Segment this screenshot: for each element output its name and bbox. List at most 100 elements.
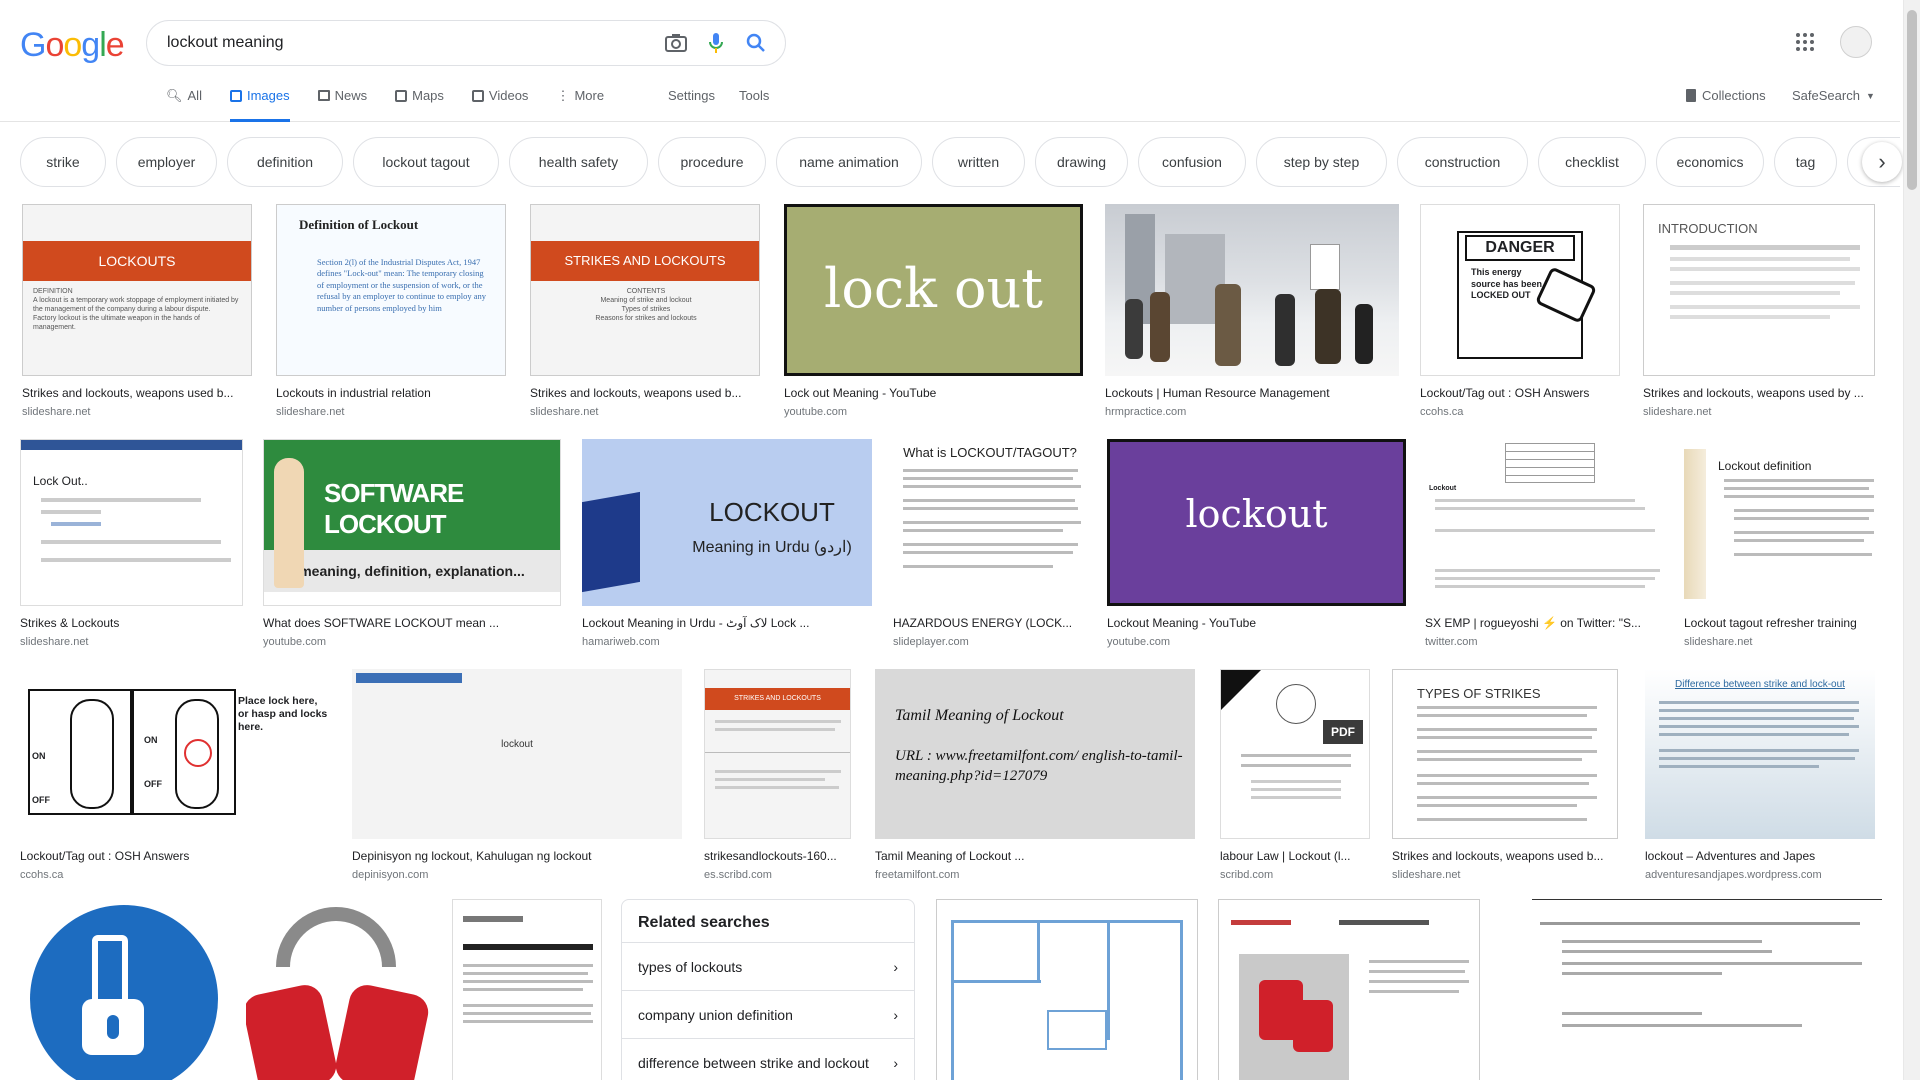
tab-all[interactable]: 🔍︎ All: [166, 88, 202, 122]
scrollbar[interactable]: [1903, 0, 1920, 1080]
chip-employer[interactable]: employer: [116, 137, 217, 187]
result-source: slideplayer.com: [893, 636, 969, 648]
result-title: HAZARDOUS ENERGY (LOCK...: [893, 616, 1073, 630]
image-result[interactable]: lockout Depinisyon ng lockout, Kahulugan…: [352, 669, 682, 881]
chip-tag[interactable]: tag: [1774, 137, 1837, 187]
image-result[interactable]: Lockout definition Lockout tagout refres…: [1684, 439, 1880, 648]
thumbnail-text: Lockout definition: [1718, 459, 1812, 473]
google-logo[interactable]: Google: [20, 26, 125, 65]
thumbnail-text: SOFTWARE LOCKOUT: [324, 478, 464, 539]
logo-letter: G: [20, 26, 46, 64]
image-result[interactable]: [452, 899, 602, 1080]
image-result[interactable]: STRIKES AND LOCKOUTS CONTENTS Meaning of…: [530, 204, 760, 418]
chip-written[interactable]: written: [932, 137, 1025, 187]
result-thumbnail: Lockout definition: [1684, 439, 1880, 606]
image-result[interactable]: TYPES OF STRIKES Strikes and lockouts, w…: [1392, 669, 1618, 881]
related-search-item[interactable]: company union definition ›: [622, 990, 914, 1038]
image-result[interactable]: [936, 899, 1198, 1080]
tab-more[interactable]: ⋮ More: [556, 88, 604, 122]
image-result[interactable]: ON OFF ON OFF Place lock here, or hasp a…: [20, 669, 331, 881]
thumbnail-text: TYPES OF STRIKES: [1417, 686, 1541, 701]
tab-label: More: [574, 88, 605, 103]
image-result[interactable]: PDF labour Law | Lockout (l... scribd.co…: [1220, 669, 1370, 881]
image-result[interactable]: [1218, 899, 1480, 1080]
caret-down-icon: ▼: [1865, 90, 1875, 101]
tab-news[interactable]: News: [317, 88, 367, 122]
chevron-right-icon[interactable]: ›: [1862, 142, 1902, 182]
tools-link[interactable]: Tools: [739, 88, 769, 103]
chip-checklist[interactable]: checklist: [1538, 137, 1646, 187]
related-search-item[interactable]: difference between strike and lockout ›: [622, 1038, 914, 1080]
result-source: youtube.com: [784, 406, 847, 418]
image-result[interactable]: SOFTWARE LOCKOUT meaning, definition, ex…: [263, 439, 561, 648]
camera-icon[interactable]: [663, 30, 689, 56]
thumbnail-text: lockout: [501, 739, 533, 750]
chip-step-by-step[interactable]: step by step: [1256, 137, 1387, 187]
image-result[interactable]: lockout Lockout Meaning - YouTube youtub…: [1107, 439, 1406, 648]
result-source: slideshare.net: [22, 406, 91, 418]
chip-confusion[interactable]: confusion: [1138, 137, 1246, 187]
image-result[interactable]: Difference between strike and lock-out l…: [1645, 669, 1875, 881]
result-source: youtube.com: [263, 636, 326, 648]
image-result[interactable]: [20, 899, 226, 1080]
chevron-right-icon: ›: [893, 958, 898, 975]
result-thumbnail: Difference between strike and lock-out: [1645, 669, 1875, 839]
result-title: Lockout Meaning in Urdu - لاک آوٹ Lock .…: [582, 616, 810, 630]
chip-lockout-tagout[interactable]: lockout tagout: [353, 137, 499, 187]
microphone-icon[interactable]: [703, 30, 729, 56]
result-title: Strikes and lockouts, weapons used b...: [22, 386, 234, 400]
settings-link[interactable]: Settings: [668, 88, 715, 103]
tab-label: Maps: [412, 88, 444, 103]
image-result[interactable]: DANGER This energy source has been LOCKE…: [1420, 204, 1620, 418]
image-result[interactable]: LOCKOUT Meaning in Urdu (اردو) Lockout M…: [582, 439, 872, 648]
thumbnail-text: lock out: [824, 257, 1043, 320]
apps-grid-icon[interactable]: [1795, 32, 1819, 56]
image-result[interactable]: What is LOCKOUT/TAGOUT? HAZARDOUS ENERGY…: [893, 439, 1087, 648]
chip-health-safety[interactable]: health safety: [509, 137, 648, 187]
chip-definition[interactable]: definition: [227, 137, 343, 187]
chip-drawing[interactable]: drawing: [1035, 137, 1128, 187]
thumbnail-text: DANGER: [1465, 235, 1575, 261]
chip-procedure[interactable]: procedure: [658, 137, 766, 187]
logo-letter: o: [45, 26, 64, 64]
related-search-item[interactable]: types of lockouts ›: [622, 942, 914, 990]
result-thumbnail: ON OFF ON OFF Place lock here, or hasp a…: [20, 669, 331, 839]
safesearch-menu[interactable]: SafeSearch ▼: [1792, 88, 1875, 103]
tab-videos[interactable]: Videos: [471, 88, 528, 122]
tab-maps[interactable]: Maps: [395, 88, 444, 122]
result-thumbnail: LOCKOUT Meaning in Urdu (اردو): [582, 439, 872, 606]
tab-label: All: [187, 88, 202, 103]
image-result[interactable]: [1532, 899, 1882, 1080]
image-result[interactable]: Definition of Lockout Section 2(l) of th…: [276, 204, 506, 418]
result-title: Lockout/Tag out : OSH Answers: [20, 849, 190, 863]
tab-images[interactable]: Images: [229, 88, 290, 122]
image-result[interactable]: Lockouts | Human Resource Management hrm…: [1105, 204, 1399, 418]
image-result[interactable]: Lock Out.. Strikes & Lockouts slideshare…: [20, 439, 243, 648]
image-result[interactable]: [246, 899, 432, 1080]
image-result[interactable]: STRIKES AND LOCKOUTS strikesandlockouts-…: [704, 669, 851, 881]
result-source: youtube.com: [1107, 636, 1170, 648]
image-result[interactable]: Lockout SX EMP | rogueyoshi ⚡ on Twitter…: [1425, 439, 1664, 648]
image-result[interactable]: INTRODUCTION Strikes and lockouts, weapo…: [1643, 204, 1875, 418]
result-source: slideshare.net: [1392, 869, 1461, 881]
thumbnail-text: PDF: [1323, 720, 1363, 744]
image-result[interactable]: lock out Lock out Meaning - YouTube yout…: [784, 204, 1083, 418]
search-input[interactable]: [167, 21, 647, 65]
result-title: lockout – Adventures and Japes: [1645, 849, 1816, 863]
scrollbar-thumb[interactable]: [1907, 10, 1917, 190]
chip-name-animation[interactable]: name animation: [776, 137, 922, 187]
image-result[interactable]: Tamil Meaning of Lockout URL : www.freet…: [875, 669, 1195, 881]
chip-strike[interactable]: strike: [20, 137, 106, 187]
thumbnail-text: Lock Out..: [33, 474, 88, 488]
thumbnail-text: LOCKOUT: [709, 497, 835, 527]
result-thumbnail: SOFTWARE LOCKOUT meaning, definition, ex…: [263, 439, 561, 606]
thumbnail-text: Place lock here, or hasp and locks here.: [238, 695, 328, 734]
image-result[interactable]: LOCKOUTS DEFINITION A lockout is a tempo…: [22, 204, 252, 418]
thumbnail-text: meaning, definition, explanation...: [264, 550, 560, 592]
result-thumbnail: STRIKES AND LOCKOUTS: [704, 669, 851, 839]
search-icon[interactable]: [743, 30, 769, 56]
collections-link[interactable]: Collections: [1686, 88, 1766, 103]
chip-construction[interactable]: construction: [1397, 137, 1528, 187]
account-avatar[interactable]: [1840, 26, 1872, 58]
chip-economics[interactable]: economics: [1656, 137, 1764, 187]
